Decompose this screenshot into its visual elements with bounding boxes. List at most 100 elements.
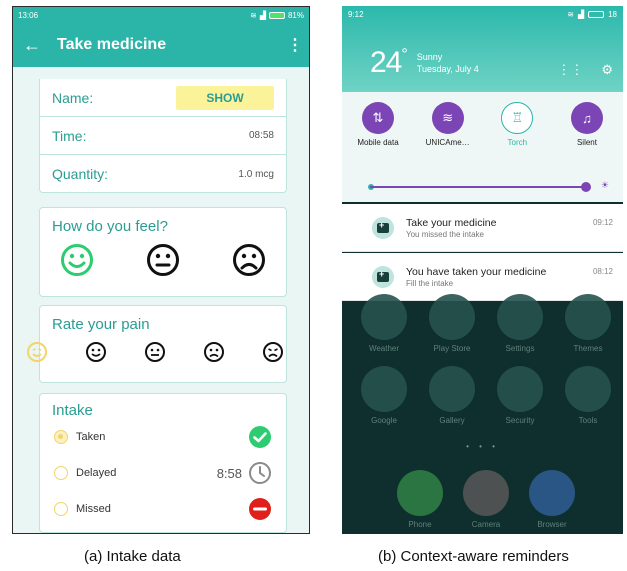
app-tools[interactable]: Tools [560, 366, 616, 425]
clock-icon [249, 462, 271, 484]
camera-app-icon [463, 470, 509, 516]
pain-title: Rate your pain [52, 316, 150, 333]
app-themes[interactable]: Themes [560, 294, 616, 353]
app-label: Themes [573, 344, 603, 353]
app-browser[interactable]: Browser [524, 470, 580, 529]
reminders-screen: 9:12 ≋ ▟ 18 24° Sunny Tuesday, July 4 ⋮⋮… [342, 6, 623, 534]
quantity-label: Quantity: [52, 166, 109, 182]
status-bar: 13:06 ≋ ▟ 81% [13, 7, 309, 23]
app-gallery[interactable]: Gallery [424, 366, 480, 425]
brightness-slider[interactable]: ☀ [368, 180, 609, 192]
brightness-thumb[interactable] [581, 182, 591, 192]
show-button[interactable]: SHOW [176, 85, 274, 110]
pain-moderate-face-icon[interactable] [144, 341, 166, 363]
notification-time: 08:12 [592, 267, 613, 276]
notification-title: You have taken your medicine [406, 265, 547, 278]
weather-app-icon [361, 294, 407, 340]
medicine-app-icon [372, 216, 394, 239]
intake-card: Intake Taken Delayed 8:58 Missed [39, 393, 287, 533]
silent-label: Silent [576, 138, 597, 147]
app-label: Settings [505, 344, 535, 353]
overflow-menu-icon[interactable]: ⋮ [287, 35, 303, 55]
check-circle-icon [249, 426, 271, 448]
app-play-store[interactable]: Play Store [424, 294, 480, 353]
themes-app-icon [565, 294, 611, 340]
app-security[interactable]: Security [492, 366, 548, 425]
settings-app-icon [497, 294, 543, 340]
delayed-time[interactable]: 8:58 [217, 466, 242, 481]
app-label: Phone [408, 520, 432, 529]
browser-app-icon [529, 470, 575, 516]
app-phone[interactable]: Phone [392, 470, 448, 529]
delayed-radio[interactable] [54, 466, 68, 480]
taken-label: Taken [76, 431, 106, 443]
happy-face-icon[interactable] [60, 243, 94, 277]
toggle-wifi[interactable]: ≋ UNICAme… [418, 102, 478, 147]
app-bar: ← Take medicine ⋮ [13, 23, 309, 67]
app-label: Gallery [439, 416, 465, 425]
taken-radio[interactable] [54, 430, 68, 444]
missed-radio[interactable] [54, 502, 68, 516]
mobile-data-icon: ⇅ [362, 102, 394, 134]
app-label: Security [505, 416, 535, 425]
pain-options [18, 333, 292, 363]
app-settings[interactable]: Settings [492, 294, 548, 353]
header-actions: ⋮⋮ ⚙ [557, 62, 613, 78]
pain-card: Rate your pain [27, 305, 287, 383]
pain-mild-face-icon[interactable] [85, 341, 107, 363]
medicine-app-icon [372, 265, 394, 288]
pain-worst-face-icon[interactable] [262, 341, 284, 363]
page-indicator: • • • [466, 442, 499, 451]
toggle-mobile-data[interactable]: ⇅ Mobile data [348, 102, 408, 147]
intake-option-taken[interactable]: Taken [40, 419, 286, 455]
feel-options [40, 235, 286, 277]
back-arrow-icon[interactable]: ← [23, 35, 53, 56]
notification-title: Take your medicine [406, 216, 497, 229]
app-label: Weather [368, 344, 400, 353]
torch-label: Torch [507, 138, 528, 147]
pain-severe-face-icon[interactable] [203, 341, 225, 363]
notification-subtitle: Fill the intake [406, 278, 454, 288]
time-label: Time: [52, 127, 87, 144]
play-store-app-icon [429, 294, 475, 340]
grid-icon[interactable]: ⋮⋮ [557, 62, 583, 78]
battery-level: 18 [608, 10, 617, 19]
pain-none-face-icon[interactable] [26, 341, 48, 363]
notification-take-medicine[interactable]: Take your medicine You missed the intake… [342, 204, 623, 252]
intake-option-delayed[interactable]: Delayed 8:58 [40, 455, 286, 491]
battery-icon [268, 11, 285, 19]
content: Name: SHOW Time: 08:58 Quantity: 1.0 mcg… [13, 67, 309, 533]
intake-option-missed[interactable]: Missed [40, 491, 286, 527]
quick-toggles: ⇅ Mobile data ≋ UNICAme… ♖ Torch ♫ Silen… [342, 92, 623, 147]
weather-widget: 24° Sunny Tuesday, July 4 [370, 46, 479, 80]
notification-text: Take your medicine You missed the intake [406, 217, 593, 239]
app-label: Browser [537, 520, 567, 529]
torch-icon: ♖ [501, 102, 534, 134]
toggle-silent[interactable]: ♫ Silent [557, 102, 617, 147]
app-google[interactable]: Google [356, 366, 412, 425]
toggle-torch[interactable]: ♖ Torch [487, 102, 547, 147]
status-bar: 9:12 ≋ ▟ 18 [342, 6, 623, 23]
gear-icon[interactable]: ⚙ [601, 62, 613, 78]
signal-icon: ▟ [577, 10, 585, 19]
medicine-details-card: Name: SHOW Time: 08:58 Quantity: 1.0 mcg [39, 79, 287, 193]
google-folder-icon [361, 366, 407, 412]
notification-shade-header: 9:12 ≋ ▟ 18 24° Sunny Tuesday, July 4 ⋮⋮… [342, 6, 623, 92]
app-weather[interactable]: Weather [356, 294, 412, 353]
quick-settings: ⇅ Mobile data ≋ UNICAme… ♖ Torch ♫ Silen… [342, 92, 623, 202]
bell-off-icon: ♫ [570, 102, 603, 134]
home-screen-background: Weather Play Store Settings Themes Googl… [342, 294, 623, 534]
app-label: Camera [471, 520, 501, 529]
status-time: 13:06 [18, 10, 39, 20]
time-value[interactable]: 08:58 [249, 130, 274, 141]
battery-percent: 81% [287, 10, 304, 20]
app-camera[interactable]: Camera [458, 470, 514, 529]
weather-condition: Sunny [416, 52, 443, 62]
name-label: Name: [52, 89, 94, 106]
wifi-icon: ≋ [567, 10, 574, 19]
neutral-face-icon[interactable] [146, 243, 180, 277]
wifi-toggle-icon: ≋ [431, 102, 464, 134]
sad-face-icon[interactable] [232, 243, 266, 277]
quantity-value[interactable]: 1.0 mcg [238, 169, 274, 180]
sun-icon: ☀ [600, 180, 609, 190]
